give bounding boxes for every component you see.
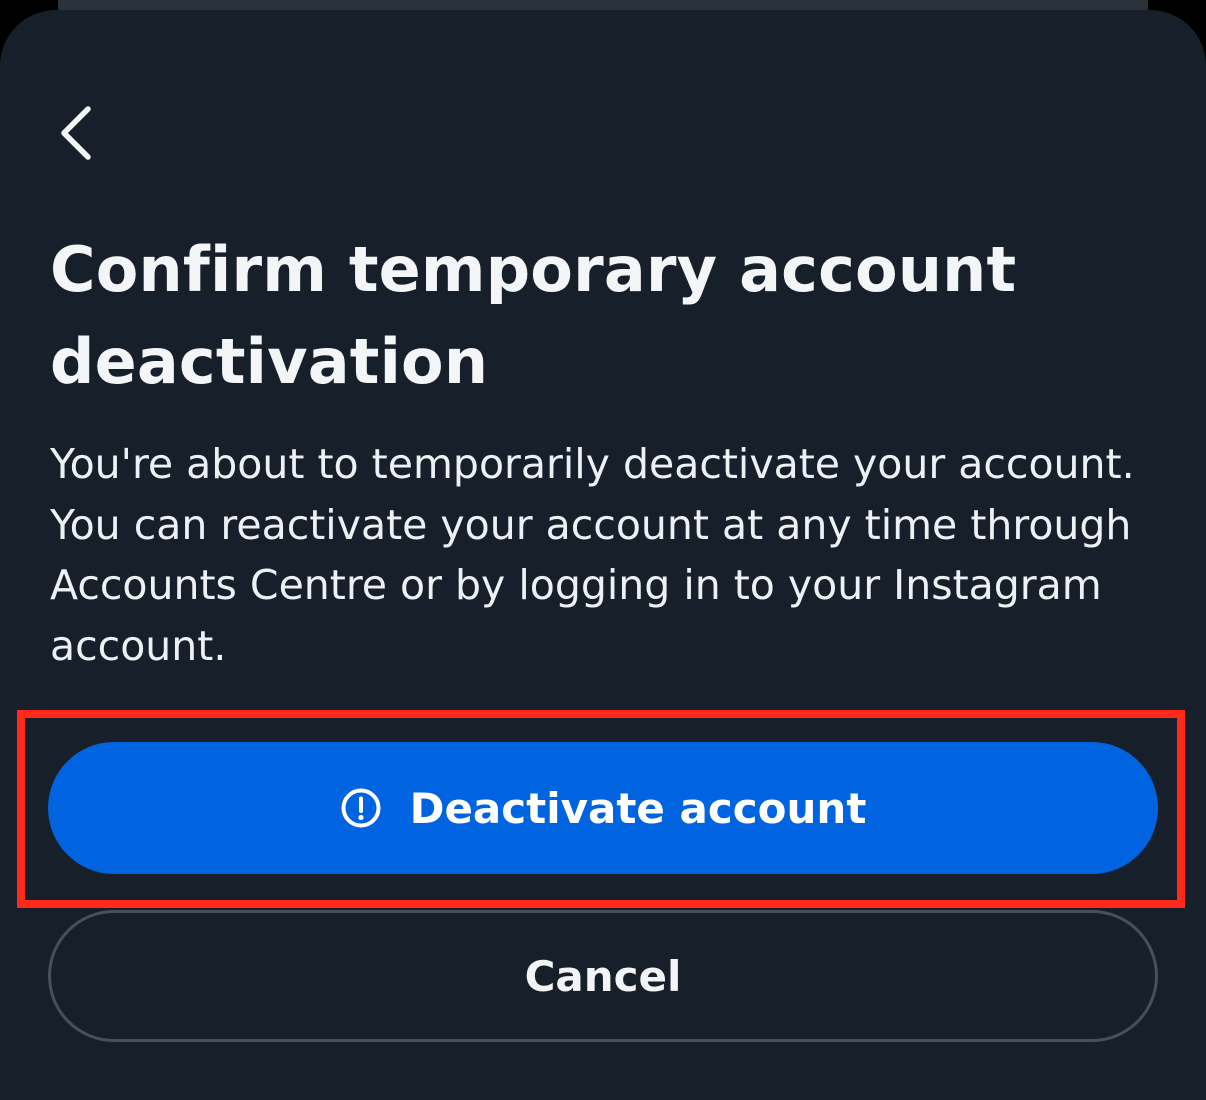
dialog-description: You're about to temporarily deactivate y… (50, 440, 1135, 670)
back-button[interactable] (44, 98, 104, 168)
dialog-title: Confirm temporary account deactivation (50, 233, 1017, 398)
alert-circle-icon (340, 787, 382, 829)
cancel-label: Cancel (524, 951, 682, 1001)
cancel-button[interactable]: Cancel (48, 910, 1158, 1042)
deactivate-account-button[interactable]: Deactivate account (48, 742, 1158, 874)
chevron-left-icon (61, 106, 91, 160)
deactivate-account-label: Deactivate account (409, 783, 867, 833)
bottom-sheet-dialog: Confirm temporary account deactivation Y… (0, 10, 1206, 1100)
